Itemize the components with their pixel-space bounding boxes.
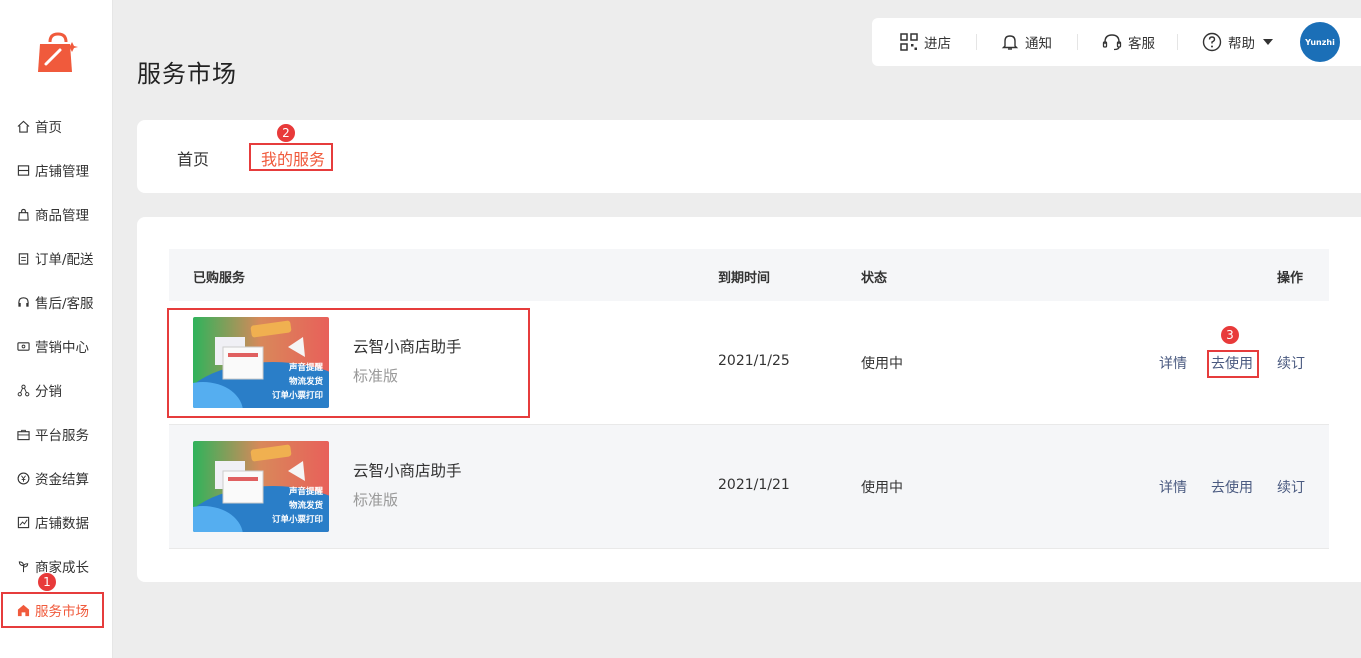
clipboard-icon	[16, 251, 30, 265]
customer-service-button[interactable]: 客服	[1102, 18, 1155, 66]
sidebar-item-label: 平台服务	[35, 428, 89, 444]
details-link[interactable]: 详情	[1159, 477, 1187, 497]
use-link[interactable]: 去使用	[1211, 477, 1253, 497]
sidebar-item-platform[interactable]: 平台服务	[0, 419, 113, 449]
top-toolbar: 进店 通知 客服 帮助 Yunzhi	[872, 18, 1361, 66]
thumb-caption-3: 订单小票打印	[271, 515, 323, 525]
service-name[interactable]: 云智小商店助手	[353, 459, 462, 481]
headset-icon	[1102, 34, 1122, 51]
shop-logo-icon[interactable]	[36, 32, 80, 76]
column-header-service: 已购服务	[193, 271, 246, 286]
caret-down-icon	[1263, 39, 1273, 45]
expire-date: 2021/1/21	[718, 477, 790, 493]
highlight-box	[1207, 350, 1259, 378]
column-header-expire: 到期时间	[718, 271, 771, 286]
sidebar-item-goods[interactable]: 商品管理	[0, 199, 113, 229]
tab-home[interactable]: 首页	[177, 146, 209, 170]
sidebar-item-label: 商品管理	[35, 208, 89, 224]
sprout-icon	[16, 559, 30, 573]
briefcase-icon	[16, 427, 30, 441]
column-header-status: 状态	[861, 271, 888, 286]
highlight-box	[1, 592, 104, 628]
step-badge: 2	[276, 123, 296, 143]
chart-icon	[16, 515, 30, 529]
details-link[interactable]: 详情	[1159, 353, 1187, 373]
notification-button[interactable]: 通知	[1001, 18, 1052, 66]
renew-link[interactable]: 续订	[1277, 353, 1305, 373]
sidebar-item-orders[interactable]: 订单/配送	[0, 243, 113, 273]
service-thumbnail[interactable]: 声音提醒 物流发货 订单小票打印	[193, 441, 329, 532]
divider	[1177, 34, 1178, 50]
sidebar-item-label: 售后/客服	[35, 296, 94, 312]
sidebar-item-settlement[interactable]: 资金结算	[0, 463, 113, 493]
table-row: 声音提醒 物流发货 订单小票打印 云智小商店助手 标准版 2021/1/21 使…	[169, 425, 1329, 549]
sidebar-item-label: 营销中心	[35, 340, 89, 356]
sidebar-item-label: 订单/配送	[35, 252, 94, 268]
notification-label: 通知	[1025, 36, 1052, 52]
step-badge: 3	[1220, 325, 1240, 345]
step-badge: 1	[37, 572, 57, 592]
sidebar-item-label: 首页	[35, 120, 62, 136]
expire-date: 2021/1/25	[718, 353, 790, 369]
avatar-text: Yunzhi	[1305, 37, 1335, 47]
sidebar-item-label: 分销	[35, 384, 62, 400]
question-icon	[1202, 32, 1222, 52]
sidebar: 首页 店铺管理 商品管理 订单/配送 售后/客服 营销中心 分销 平台服务 资金…	[0, 0, 113, 658]
table-header: 已购服务 到期时间 状态 操作	[169, 249, 1329, 301]
page-title: 服务市场	[137, 60, 237, 88]
sidebar-item-data[interactable]: 店铺数据	[0, 507, 113, 537]
help-label: 帮助	[1228, 36, 1255, 52]
highlight-box	[167, 308, 530, 418]
avatar[interactable]: Yunzhi	[1300, 22, 1340, 62]
divider	[976, 34, 977, 50]
store-icon	[16, 163, 30, 177]
sidebar-item-distribution[interactable]: 分销	[0, 375, 113, 405]
enter-store-label: 进店	[924, 36, 951, 52]
headset-icon	[16, 295, 30, 309]
sidebar-item-store[interactable]: 店铺管理	[0, 155, 113, 185]
customer-service-label: 客服	[1128, 36, 1155, 52]
sidebar-item-aftersales[interactable]: 售后/客服	[0, 287, 113, 317]
renew-link[interactable]: 续订	[1277, 477, 1305, 497]
enter-store-button[interactable]: 进店	[900, 18, 951, 66]
column-header-action: 操作	[1277, 271, 1304, 286]
home-icon	[16, 119, 30, 133]
yuan-icon	[16, 471, 30, 485]
qrcode-icon	[900, 33, 918, 51]
sidebar-item-label: 店铺管理	[35, 164, 89, 180]
highlight-box	[249, 143, 333, 171]
thumb-caption-1: 声音提醒	[288, 487, 323, 497]
status-text: 使用中	[861, 356, 903, 372]
bell-icon	[1001, 35, 1019, 50]
sidebar-item-label: 店铺数据	[35, 516, 89, 532]
sidebar-item-home[interactable]: 首页	[0, 111, 113, 141]
sidebar-item-marketing[interactable]: 营销中心	[0, 331, 113, 361]
sidebar-item-label: 资金结算	[35, 472, 89, 488]
thumb-caption-2: 物流发货	[288, 501, 323, 511]
bag-icon	[16, 207, 30, 221]
service-edition: 标准版	[353, 491, 399, 509]
divider	[1077, 34, 1078, 50]
sidebar-item-growth[interactable]: 商家成长	[0, 551, 113, 581]
status-text: 使用中	[861, 480, 903, 496]
share-icon	[16, 383, 30, 397]
ticket-icon	[16, 339, 30, 353]
help-dropdown[interactable]: 帮助	[1202, 18, 1273, 66]
